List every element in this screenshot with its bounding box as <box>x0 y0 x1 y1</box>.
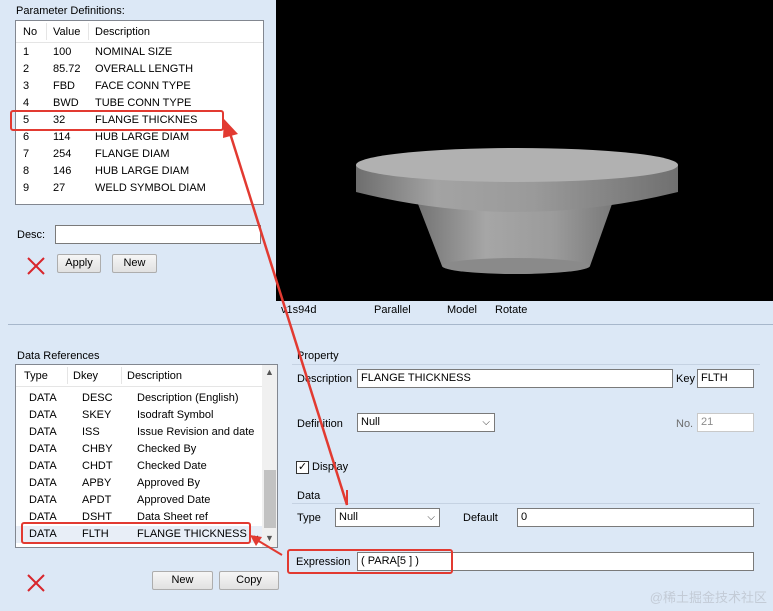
arrowhead-left-icon <box>250 535 262 546</box>
watermark: @稀土掘金技术社区 <box>649 590 767 605</box>
arrowhead-up-icon <box>223 119 238 138</box>
annotation-arrows <box>223 119 349 556</box>
